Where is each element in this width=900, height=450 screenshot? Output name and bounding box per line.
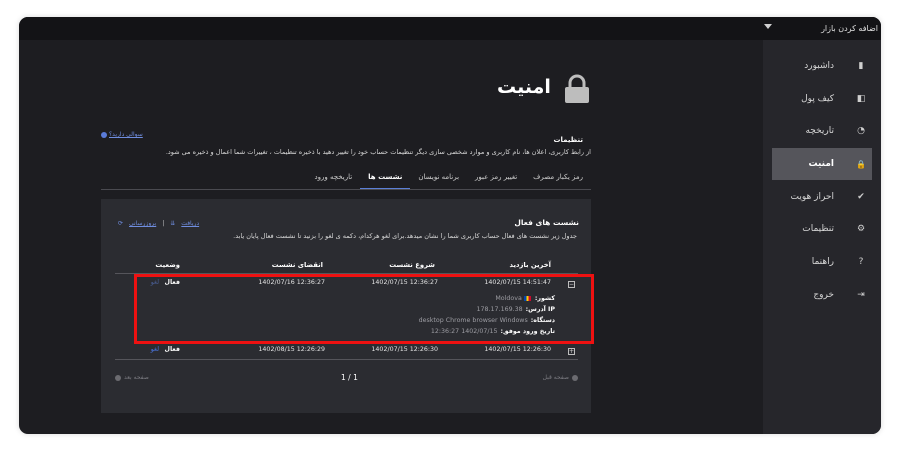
gear-icon: ⚙ bbox=[856, 224, 866, 234]
status-badge: فعال bbox=[164, 346, 180, 353]
prev-page-button[interactable]: صفحه قبل bbox=[543, 374, 578, 381]
help-icon bbox=[101, 131, 107, 138]
help-link-label: سوالی دارید؟ bbox=[109, 131, 143, 138]
next-page-button[interactable]: صفحه بعد bbox=[115, 374, 149, 381]
main-content: امنیت سوالی دارید؟ تنظیمات از رابط کاربر… bbox=[19, 40, 763, 434]
highlight-box bbox=[134, 274, 594, 344]
tab-sessions[interactable]: نشست ها bbox=[360, 170, 411, 190]
column-status: وضعیت bbox=[155, 261, 180, 269]
sidebar-item-label: امنیت bbox=[808, 159, 834, 169]
bar-chart-icon: ▮ bbox=[858, 61, 864, 71]
sidebar-item-label: احراز هویت bbox=[790, 192, 834, 202]
card-actions: ⟳ بروزرسانی | ⇊ دریافت bbox=[118, 220, 199, 227]
download-icon: ⇊ bbox=[170, 220, 176, 227]
tab-divider bbox=[101, 189, 591, 190]
sidebar-item-dashboard[interactable]: ▮ داشبورد bbox=[772, 50, 872, 82]
pagination: صفحه قبل 1 / 1 صفحه بعد bbox=[115, 373, 578, 385]
sidebar-item-history[interactable]: ◔ تاریخچه bbox=[772, 115, 872, 147]
market-select[interactable]: اضافه کردن بازار bbox=[764, 20, 878, 37]
tab-bar: رمز یکبار مصرف تغییر رمز عبور برنامه نوی… bbox=[306, 170, 591, 190]
tab-change-password[interactable]: تغییر رمز عبور bbox=[467, 170, 525, 190]
cell-session-start: 1402/07/15 12:26:30 bbox=[371, 346, 438, 353]
sidebar-item-wallet[interactable]: ◧ کیف پول bbox=[772, 83, 872, 115]
download-link[interactable]: دریافت bbox=[181, 220, 199, 227]
sidebar-item-label: خروج bbox=[813, 290, 834, 300]
sidebar-item-label: تاریخچه bbox=[805, 126, 834, 136]
help-icon: ? bbox=[858, 257, 864, 267]
wallet-icon: ◧ bbox=[856, 94, 866, 104]
tab-developers[interactable]: برنامه نویسان bbox=[410, 170, 467, 190]
sidebar-item-label: داشبورد bbox=[804, 61, 834, 71]
column-session-start: شروع نشست bbox=[389, 261, 435, 269]
refresh-link[interactable]: بروزرسانی bbox=[129, 220, 156, 227]
caret-down-icon bbox=[764, 24, 772, 29]
sessions-description: جدول زیر نشست های فعال حساب کاربری شما ر… bbox=[233, 232, 577, 240]
expand-icon[interactable]: + bbox=[568, 348, 575, 355]
logout-icon: ⇥ bbox=[857, 290, 865, 300]
sidebar-item-label: تنظیمات bbox=[802, 224, 834, 234]
top-bar bbox=[19, 17, 763, 40]
page-count: 1 / 1 bbox=[341, 373, 358, 382]
page-title: امنیت bbox=[497, 76, 551, 98]
sidebar-item-logout[interactable]: ⇥ خروج bbox=[772, 279, 872, 311]
table-row: + 1402/07/15 12:26:30 1402/07/15 12:26:3… bbox=[115, 344, 578, 358]
sessions-title: نشست های فعال bbox=[514, 218, 579, 227]
lock-icon bbox=[565, 74, 589, 103]
sidebar-item-label: راهنما bbox=[811, 257, 834, 267]
check-circle-icon: ✔ bbox=[857, 192, 865, 202]
refresh-icon: ⟳ bbox=[118, 220, 124, 227]
cell-session-expire: 1402/08/15 12:26:29 bbox=[258, 346, 325, 353]
prev-page-icon bbox=[572, 374, 578, 381]
sidebar-item-help[interactable]: ? راهنما bbox=[772, 246, 872, 278]
column-last-visit: آخرین بازدید bbox=[509, 261, 551, 269]
prev-page-label: صفحه قبل bbox=[542, 374, 569, 381]
table-header: آخرین بازدید شروع نشست انقضای نشست وضعیت bbox=[115, 261, 578, 273]
sidebar: اضافه کردن بازار ▮ داشبورد ◧ کیف پول ◔ ت… bbox=[763, 17, 881, 434]
next-page-label: صفحه بعد bbox=[124, 374, 149, 381]
lock-icon: 🔒 bbox=[856, 159, 866, 169]
action-separator: | bbox=[162, 220, 165, 227]
app-window: اضافه کردن بازار ▮ داشبورد ◧ کیف پول ◔ ت… bbox=[19, 17, 881, 434]
next-page-icon bbox=[115, 374, 121, 381]
sidebar-item-label: کیف پول bbox=[801, 94, 834, 104]
clock-icon: ◔ bbox=[857, 126, 865, 136]
sidebar-item-security[interactable]: 🔒 امنیت bbox=[772, 148, 872, 180]
cancel-session-button[interactable]: لغو bbox=[151, 346, 159, 353]
tab-otp[interactable]: رمز یکبار مصرف bbox=[525, 170, 591, 190]
section-description: از رابط کاربری، اعلان ها، نام کاربری و م… bbox=[165, 148, 591, 156]
section-label: تنظیمات bbox=[553, 136, 583, 144]
sidebar-item-verification[interactable]: ✔ احراز هویت bbox=[772, 181, 872, 213]
row-divider bbox=[115, 359, 578, 360]
market-select-label: اضافه کردن بازار bbox=[821, 24, 878, 33]
help-link[interactable]: سوالی دارید؟ bbox=[101, 131, 143, 138]
cell-last-visit: 1402/07/15 12:26:30 bbox=[484, 346, 551, 353]
column-session-expire: انقضای نشست bbox=[271, 261, 323, 269]
sidebar-item-settings[interactable]: ⚙ تنظیمات bbox=[772, 213, 872, 245]
tab-login-history[interactable]: تاریخچه ورود bbox=[306, 170, 360, 190]
